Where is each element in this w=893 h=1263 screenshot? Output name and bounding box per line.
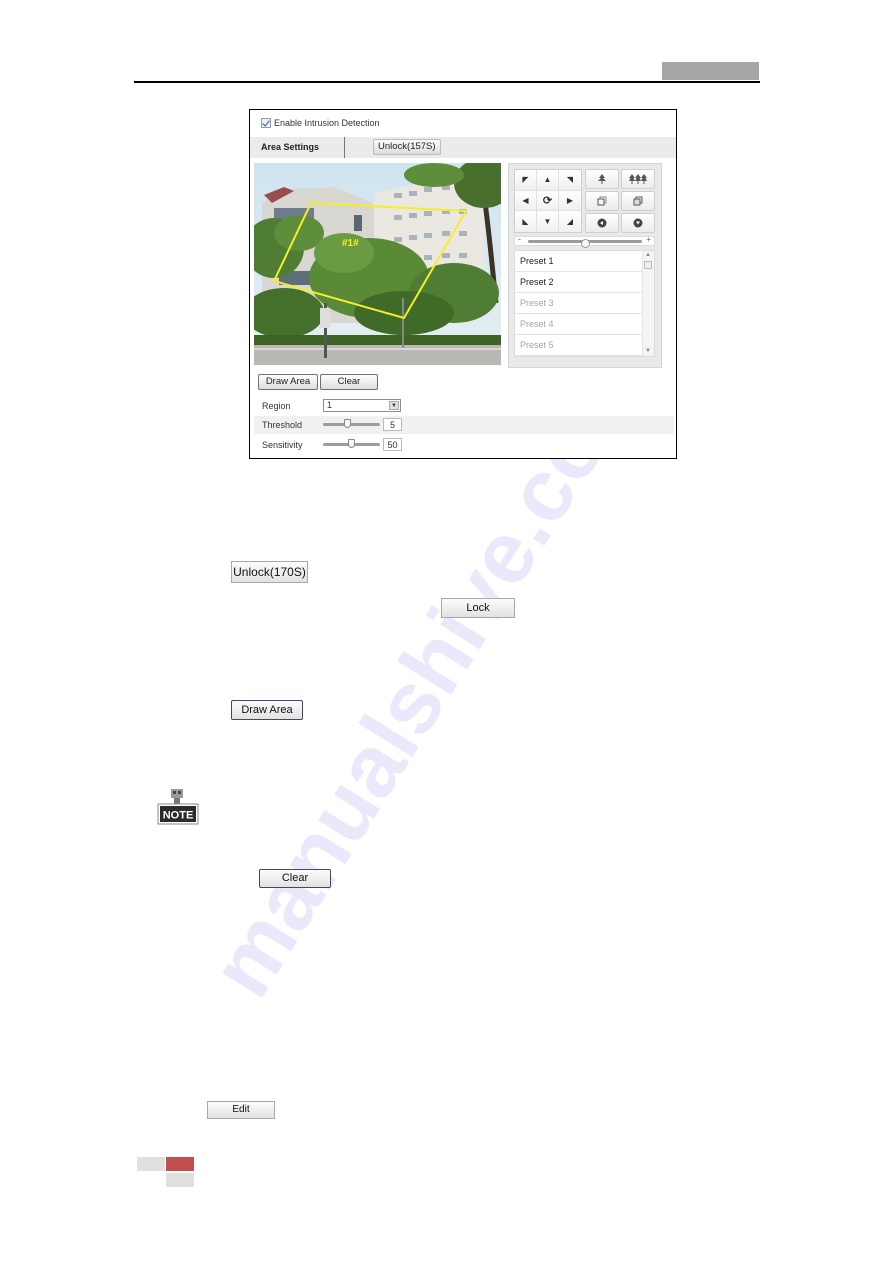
tab-area-settings[interactable]: Area Settings xyxy=(250,137,345,158)
note-label: NOTE xyxy=(163,810,194,822)
footer-gray-block xyxy=(137,1157,165,1171)
arrow-down-right-icon[interactable]: ◢ xyxy=(559,211,581,232)
footer-gray-block-lower xyxy=(166,1173,194,1187)
auto-pan-icon[interactable]: ⟳ xyxy=(537,190,559,212)
threshold-slider-thumb[interactable] xyxy=(344,419,351,428)
speed-slider-track[interactable] xyxy=(528,239,642,248)
header-tab xyxy=(662,62,759,80)
sensitivity-row: Sensitivity 50 xyxy=(254,436,674,454)
ptz-control-panel: ◤ ▲ ◥ ◀ ⟳ ▶ ◣ ▼ ◢ - + Preset 1 Preset 2 … xyxy=(508,163,662,368)
header-rule xyxy=(134,81,760,83)
edit-button[interactable]: Edit xyxy=(207,1101,275,1119)
arrow-down-left-icon[interactable]: ◣ xyxy=(515,211,537,232)
intrusion-detection-figure: Enable Intrusion Detection Area Settings… xyxy=(249,109,677,459)
region-label: #1# xyxy=(342,238,359,249)
ptz-speed-slider[interactable]: - + xyxy=(514,234,655,248)
speed-plus-label: + xyxy=(646,235,651,244)
scroll-down-icon[interactable]: ▼ xyxy=(645,348,651,354)
preset-item[interactable]: Preset 5 xyxy=(515,335,643,356)
threshold-label: Threshold xyxy=(262,420,303,430)
chevron-down-icon[interactable]: ▼ xyxy=(389,401,399,410)
threshold-row: Threshold 5 xyxy=(254,416,674,434)
arrow-up-icon[interactable]: ▲ xyxy=(537,170,559,191)
preset-item[interactable]: Preset 3 xyxy=(515,293,643,314)
arrow-left-icon[interactable]: ◀ xyxy=(515,190,537,212)
region-label: Region xyxy=(262,401,291,411)
sensitivity-value[interactable]: 50 xyxy=(383,438,402,451)
region-select[interactable]: 1 ▼ xyxy=(323,399,401,412)
speed-slider-thumb[interactable] xyxy=(581,239,590,248)
iris-close-icon[interactable] xyxy=(621,213,655,233)
preset-scrollbar[interactable]: ▲ ▼ xyxy=(642,251,654,356)
focus-near-icon[interactable] xyxy=(585,191,619,211)
preset-item[interactable]: Preset 1 xyxy=(515,251,643,272)
lock-button[interactable]: Lock xyxy=(441,598,515,618)
region-row: Region 1 ▼ xyxy=(254,397,674,415)
draw-area-button[interactable]: Draw Area xyxy=(258,374,318,390)
footer-accent-block xyxy=(166,1157,194,1171)
preset-list: Preset 1 Preset 2 Preset 3 Preset 4 Preset 5… xyxy=(514,250,655,357)
arrow-up-right-icon[interactable]: ◥ xyxy=(559,170,581,191)
clear-doc-button[interactable]: Clear xyxy=(259,869,331,888)
tab-bar: Area Settings Unlock(157S) xyxy=(250,137,676,158)
live-video-view[interactable]: #1# xyxy=(254,163,501,365)
arrow-right-icon[interactable]: ▶ xyxy=(559,190,581,212)
sensitivity-slider[interactable] xyxy=(323,439,380,448)
sensitivity-label: Sensitivity xyxy=(262,440,303,450)
preset-item[interactable]: Preset 4 xyxy=(515,314,643,335)
draw-area-doc-button[interactable]: Draw Area xyxy=(231,700,303,720)
scroll-up-icon[interactable]: ▲ xyxy=(645,252,651,258)
unlock-button[interactable]: Unlock(157S) xyxy=(373,139,441,155)
threshold-value[interactable]: 5 xyxy=(383,418,402,431)
iris-open-icon[interactable] xyxy=(585,213,619,233)
speed-minus-label: - xyxy=(518,234,521,244)
enable-intrusion-label: Enable Intrusion Detection xyxy=(274,118,380,128)
region-select-value: 1 xyxy=(327,400,333,410)
focus-far-icon[interactable] xyxy=(621,191,655,211)
sensitivity-slider-thumb[interactable] xyxy=(348,439,355,448)
zoom-in-icon[interactable] xyxy=(585,169,619,189)
arrow-down-icon[interactable]: ▼ xyxy=(537,211,559,232)
arrow-up-left-icon[interactable]: ◤ xyxy=(515,170,537,191)
zoom-out-icon[interactable] xyxy=(621,169,655,189)
enable-intrusion-checkbox[interactable] xyxy=(261,118,271,128)
ptz-direction-pad: ◤ ▲ ◥ ◀ ⟳ ▶ ◣ ▼ ◢ xyxy=(514,169,582,233)
unlock-170s-button[interactable]: Unlock(170S) xyxy=(231,561,308,583)
note-icon: NOTE xyxy=(157,789,199,825)
enable-intrusion-row[interactable]: Enable Intrusion Detection xyxy=(261,116,380,130)
ptz-function-buttons xyxy=(585,169,655,233)
preset-item[interactable]: Preset 2 xyxy=(515,272,643,293)
scroll-thumb[interactable] xyxy=(644,261,652,269)
threshold-slider[interactable] xyxy=(323,419,380,428)
area-action-buttons: Draw Area Clear xyxy=(258,374,378,390)
clear-button[interactable]: Clear xyxy=(320,374,378,390)
